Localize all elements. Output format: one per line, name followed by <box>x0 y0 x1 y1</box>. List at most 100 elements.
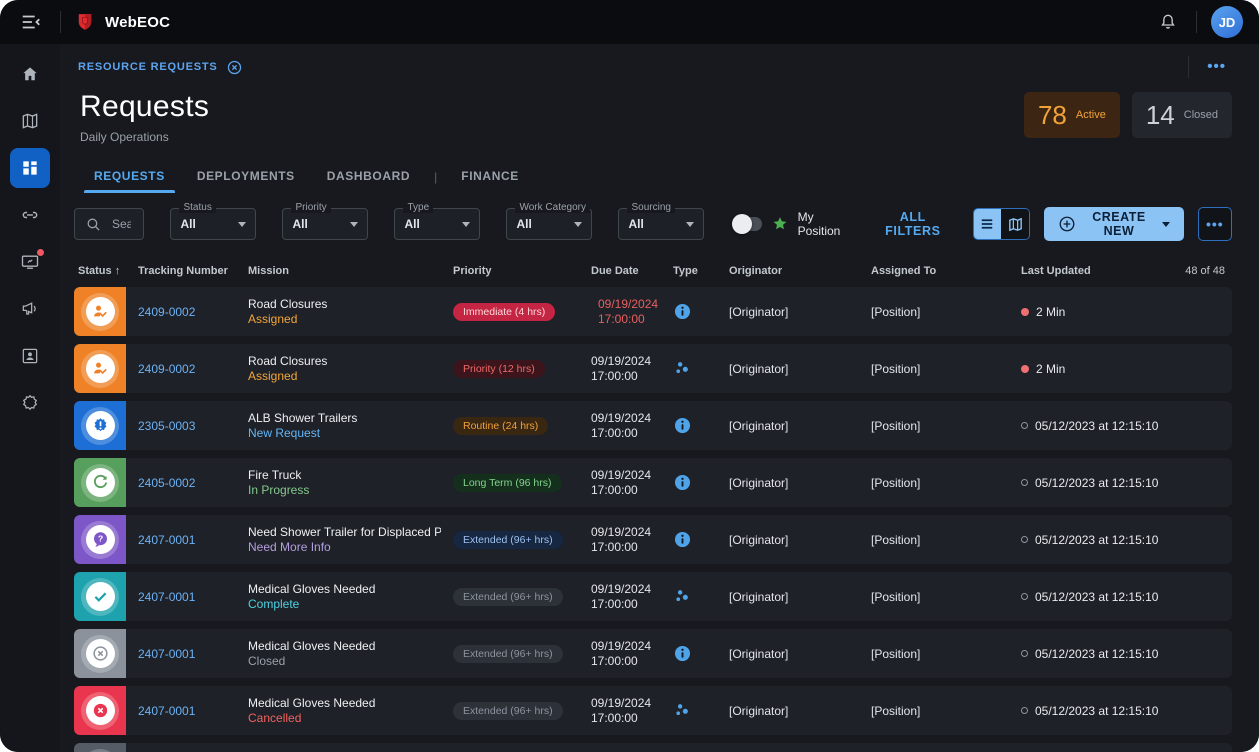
map-location-button[interactable] <box>1167 481 1201 485</box>
tracking-number-link[interactable]: 2305-0003 <box>126 419 236 433</box>
badge-star-icon <box>20 393 40 413</box>
notifications-button[interactable] <box>1154 8 1182 36</box>
assigned-to-cell: [Position] <box>859 476 1009 490</box>
header-priority[interactable]: Priority <box>441 265 579 277</box>
row-menu-button[interactable] <box>1201 595 1229 599</box>
mission-status: In Progress <box>248 483 441 498</box>
app-title: WebEOC <box>105 14 170 31</box>
header-originator[interactable]: Originator <box>717 265 859 277</box>
tab-deployments[interactable]: DEPLOYMENTS <box>183 160 309 193</box>
table-row[interactable]: 2407-0001 Medical Gloves Needed Closed E… <box>74 629 1232 678</box>
table-row[interactable]: 2405-0002 Fire Truck In Progress Long Te… <box>74 458 1232 507</box>
tracking-number-link[interactable]: 2409-0002 <box>126 305 236 319</box>
sidebar-item-screen-share[interactable] <box>10 242 50 282</box>
cluster-icon[interactable] <box>673 701 717 720</box>
filter-select-priority[interactable]: Priority All <box>282 208 368 240</box>
info-icon[interactable] <box>673 473 717 492</box>
tracking-number-link[interactable]: 2407-0001 <box>126 647 236 661</box>
map-location-button[interactable] <box>1167 367 1201 371</box>
sidebar-item-map[interactable] <box>10 101 50 141</box>
toolbar-more-button[interactable]: ••• <box>1198 207 1232 241</box>
map-location-button[interactable] <box>1167 709 1201 713</box>
cluster-icon[interactable] <box>673 587 717 606</box>
avatar[interactable]: JD <box>1211 6 1243 38</box>
header-due-date[interactable]: Due Date <box>579 265 661 277</box>
mission-status: Closed <box>248 654 441 669</box>
breadcrumb[interactable]: RESOURCE REQUESTS <box>74 59 243 76</box>
header-assigned-to[interactable]: Assigned To <box>859 265 1009 277</box>
table-row[interactable]: 2407-0001 Medical Gloves Needed Extended… <box>74 743 1232 752</box>
map-location-button[interactable] <box>1167 652 1201 656</box>
old-update-dot <box>1021 593 1028 600</box>
breadcrumb-close-icon[interactable] <box>226 59 243 76</box>
list-view-button[interactable] <box>974 209 1002 239</box>
tracking-number-link[interactable]: 2409-0002 <box>126 362 236 376</box>
cluster-icon[interactable] <box>673 359 717 378</box>
type-cell <box>661 701 717 720</box>
originator-cell: [Originator] <box>717 533 859 547</box>
table-row[interactable]: 2305-0003 ALB Shower Trailers New Reques… <box>74 401 1232 450</box>
filter-select-sourcing[interactable]: Sourcing All <box>618 208 704 240</box>
table-row[interactable]: 2407-0001 Medical Gloves Needed Cancelle… <box>74 686 1232 735</box>
header-status[interactable]: Status ↑ <box>74 265 126 277</box>
search-input[interactable] <box>110 216 133 232</box>
row-menu-button[interactable] <box>1201 481 1229 485</box>
my-position-toggle[interactable] <box>734 217 761 231</box>
sidebar-item-badge-star[interactable] <box>10 383 50 423</box>
sidebar-item-megaphone[interactable] <box>10 289 50 329</box>
row-menu-button[interactable] <box>1201 709 1229 713</box>
row-menu-button[interactable] <box>1201 367 1229 371</box>
info-icon[interactable] <box>673 530 717 549</box>
sidebar-item-link[interactable] <box>10 195 50 235</box>
map-location-button[interactable] <box>1167 424 1201 428</box>
map-location-button[interactable] <box>1167 310 1201 314</box>
sidebar-item-contact-card[interactable] <box>10 336 50 376</box>
header-type[interactable]: Type <box>661 265 717 277</box>
my-position-label: My Position <box>798 210 848 238</box>
sidebar-item-boards-grid[interactable] <box>10 148 50 188</box>
due-time: 17:00:00 <box>591 597 651 612</box>
active-count-card[interactable]: 78 Active <box>1024 92 1120 138</box>
row-menu-button[interactable] <box>1201 652 1229 656</box>
tracking-number-link[interactable]: 2407-0001 <box>126 704 236 718</box>
table-row[interactable]: ? 2407-0001 Need Shower Trailer for Disp… <box>74 515 1232 564</box>
table-row[interactable]: 2409-0002 Road Closures Assigned Immedia… <box>74 287 1232 336</box>
menu-toggle-button[interactable] <box>16 7 46 37</box>
last-updated-text: 05/12/2023 at 12:15:10 <box>1035 533 1158 547</box>
map-location-button[interactable] <box>1167 595 1201 599</box>
due-date-cell: 09/19/2024 17:00:00 <box>579 297 661 327</box>
tab-dashboard[interactable]: DASHBOARD <box>313 160 424 193</box>
row-menu-button[interactable] <box>1201 424 1229 428</box>
row-menu-button[interactable] <box>1201 538 1229 542</box>
table-header: Status ↑Tracking NumberMissionPriorityDu… <box>74 259 1232 283</box>
closed-count-card[interactable]: 14 Closed <box>1132 92 1232 138</box>
sidebar-item-home[interactable] <box>10 54 50 94</box>
tracking-number-link[interactable]: 2407-0001 <box>126 590 236 604</box>
tab-finance[interactable]: FINANCE <box>447 160 533 193</box>
info-icon[interactable] <box>673 302 717 321</box>
status-icon <box>74 401 126 450</box>
type-cell <box>661 473 717 492</box>
filter-select-work-category[interactable]: Work Category All <box>506 208 592 240</box>
filter-select-type[interactable]: Type All <box>394 208 480 240</box>
hamburger-icon <box>20 11 42 33</box>
page-more-button[interactable]: ••• <box>1201 61 1232 73</box>
table-row[interactable]: 2407-0001 Medical Gloves Needed Complete… <box>74 572 1232 621</box>
info-icon[interactable] <box>673 416 717 435</box>
header-last-updated[interactable]: Last Updated <box>1009 265 1167 277</box>
main-content: RESOURCE REQUESTS ••• Requests Daily Ope… <box>60 44 1259 752</box>
info-icon[interactable] <box>673 644 717 663</box>
header-mission[interactable]: Mission <box>236 265 441 277</box>
create-new-button[interactable]: CREATE NEW <box>1044 207 1184 241</box>
filter-select-status[interactable]: Status All <box>170 208 256 240</box>
type-cell <box>661 587 717 606</box>
map-view-button[interactable] <box>1001 209 1029 239</box>
table-row[interactable]: 2409-0002 Road Closures Assigned Priorit… <box>74 344 1232 393</box>
tracking-number-link[interactable]: 2407-0001 <box>126 533 236 547</box>
map-location-button[interactable] <box>1167 538 1201 542</box>
tab-requests[interactable]: REQUESTS <box>80 160 179 193</box>
header-tracking-number[interactable]: Tracking Number <box>126 265 236 277</box>
row-menu-button[interactable] <box>1201 310 1229 314</box>
tracking-number-link[interactable]: 2405-0002 <box>126 476 236 490</box>
all-filters-button[interactable]: ALL FILTERS <box>879 209 946 239</box>
